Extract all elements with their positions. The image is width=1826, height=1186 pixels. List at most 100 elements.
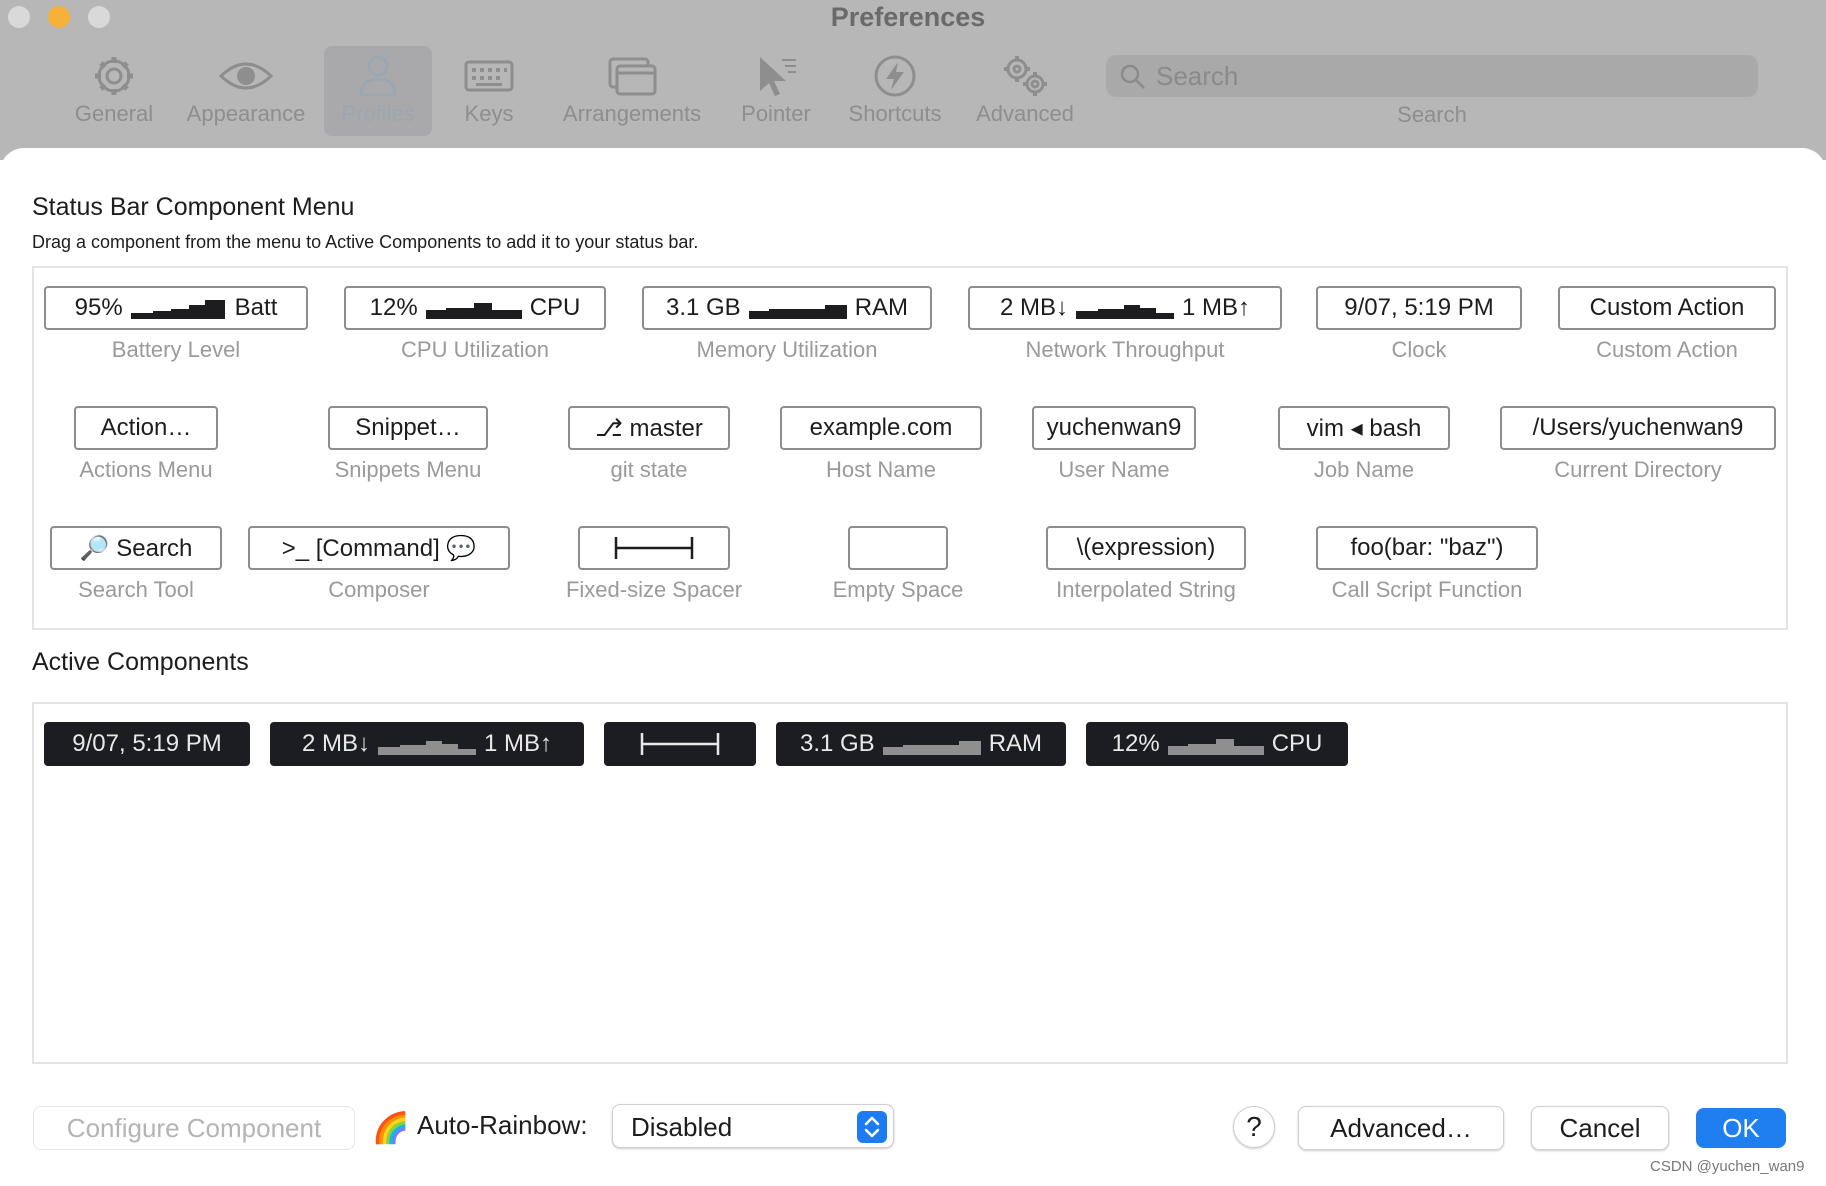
cpu-sparkline-icon [425, 303, 522, 319]
toolbar-appearance[interactable]: Appearance [180, 46, 312, 136]
cpu-suffix: CPU [529, 294, 581, 321]
toolbar-shortcuts-label: Shortcuts [848, 101, 942, 126]
active-cpu-value: 12% [1111, 730, 1160, 757]
window-title: Preferences [830, 2, 986, 32]
component-memory-label: Memory Utilization [696, 337, 878, 362]
toolbar-advanced-label: Advanced [976, 101, 1074, 126]
search-input[interactable] [1156, 55, 1736, 97]
component-call-script-function-label: Call Script Function [1331, 577, 1523, 602]
rainbow-icon: 🌈 [372, 1111, 410, 1145]
network-sparkline-icon [1076, 305, 1174, 319]
toolbar-general-label: General [74, 101, 154, 126]
component-user-name[interactable]: yuchenwan9 [1032, 406, 1196, 450]
active-cpu-sparkline-icon [1167, 739, 1264, 755]
battery-value: 95% [74, 294, 123, 321]
component-empty-space-label: Empty Space [832, 577, 964, 602]
toolbar-profiles[interactable]: Profiles [324, 46, 432, 136]
menu-title: Status Bar Component Menu [32, 193, 355, 221]
toolbar-pointer[interactable]: Pointer [728, 46, 824, 136]
memory-sparkline-icon [748, 305, 847, 319]
active-memory-sparkline-icon [882, 741, 981, 755]
search-label: Search [1397, 102, 1467, 127]
active-spacer-glyph-icon [640, 733, 720, 755]
gears-icon [1004, 56, 1047, 96]
component-host-name[interactable]: example.com [780, 406, 982, 450]
person-icon [359, 55, 397, 97]
component-network-label: Network Throughput [1025, 337, 1225, 362]
active-network-sparkline-icon [378, 741, 476, 755]
component-git-state-label: git state [610, 457, 688, 482]
active-components-title: Active Components [32, 648, 249, 676]
component-custom-action-label: Custom Action [1596, 337, 1738, 362]
component-cpu[interactable]: 12% CPU [344, 286, 606, 330]
ok-button[interactable]: OK [1696, 1108, 1786, 1148]
component-composer-label: Composer [328, 577, 430, 602]
component-search-tool[interactable]: 🔎 Search [50, 526, 222, 570]
auto-rainbow-select[interactable]: Disabled [612, 1104, 894, 1148]
pointer-icon [760, 57, 796, 96]
gear-icon [95, 57, 133, 95]
memory-suffix: RAM [854, 294, 909, 321]
component-interpolated-string-label: Interpolated String [1056, 577, 1236, 602]
component-composer[interactable]: >_ [Command] 💬 [248, 526, 510, 570]
cancel-button[interactable]: Cancel [1531, 1106, 1669, 1150]
component-memory[interactable]: 3.1 GB RAM [642, 286, 932, 330]
toolbar-appearance-label: Appearance [186, 101, 306, 126]
component-host-name-label: Host Name [825, 457, 937, 482]
component-battery-label: Battery Level [111, 337, 241, 362]
spacer-glyph-icon [614, 537, 694, 559]
active-network-up: 1 MB↑ [484, 730, 553, 757]
active-fixed-spacer[interactable] [604, 722, 756, 766]
component-custom-action[interactable]: Custom Action [1558, 286, 1776, 330]
component-job-name[interactable]: vim ◂ bash [1278, 406, 1450, 450]
toolbar-arrangements-label: Arrangements [562, 101, 702, 126]
component-interpolated-string[interactable]: \(expression) [1046, 526, 1246, 570]
network-down-value: 2 MB↓ [999, 294, 1068, 321]
toolbar-search-field[interactable] [1106, 55, 1758, 97]
windows-icon [608, 57, 657, 96]
component-current-directory[interactable]: /Users/yuchenwan9 [1500, 406, 1776, 450]
configure-component-button[interactable]: Configure Component [33, 1106, 355, 1150]
memory-value: 3.1 GB [665, 294, 741, 321]
active-network[interactable]: 2 MB↓ 1 MB↑ [270, 722, 584, 766]
component-actions-menu-label: Actions Menu [79, 457, 213, 482]
eye-icon [218, 62, 274, 90]
component-clock-label: Clock [1391, 337, 1447, 362]
network-up-value: 1 MB↑ [1182, 294, 1251, 321]
component-snippets-menu-label: Snippets Menu [334, 457, 482, 482]
auto-rainbow-label: Auto-Rainbow: [417, 1110, 588, 1140]
component-actions-menu[interactable]: Action… [74, 406, 218, 450]
component-network[interactable]: 2 MB↓ 1 MB↑ [968, 286, 1282, 330]
active-memory[interactable]: 3.1 GB RAM [776, 722, 1066, 766]
toolbar-pointer-label: Pointer [741, 101, 811, 126]
help-button[interactable]: ? [1233, 1106, 1275, 1148]
component-call-script-function[interactable]: foo(bar: "baz") [1316, 526, 1538, 570]
toolbar-advanced[interactable]: Advanced [966, 46, 1084, 136]
component-battery[interactable]: 95% Batt [44, 286, 308, 330]
component-search-tool-label: Search Tool [78, 577, 194, 602]
advanced-button[interactable]: Advanced… [1298, 1106, 1504, 1150]
component-git-state[interactable]: ⎇ master [568, 406, 730, 450]
component-empty-space[interactable] [848, 526, 948, 570]
component-cpu-label: CPU Utilization [401, 337, 549, 362]
component-snippets-menu[interactable]: Snippet… [328, 406, 488, 450]
keyboard-icon [464, 60, 514, 92]
toolbar-shortcuts[interactable]: Shortcuts [842, 46, 948, 136]
active-cpu-suffix: CPU [1271, 730, 1323, 757]
component-fixed-spacer-label: Fixed-size Spacer [565, 577, 743, 602]
toolbar-keys[interactable]: Keys [444, 46, 534, 136]
component-clock[interactable]: 9/07, 5:19 PM [1316, 286, 1522, 330]
active-network-down: 2 MB↓ [301, 730, 370, 757]
toolbar-general[interactable]: General [66, 46, 162, 136]
component-job-name-label: Job Name [1313, 457, 1415, 482]
search-icon [1120, 64, 1145, 89]
active-clock[interactable]: 9/07, 5:19 PM [44, 722, 250, 766]
select-stepper [857, 1111, 887, 1143]
toolbar-arrangements[interactable]: Arrangements [554, 46, 710, 136]
component-fixed-spacer[interactable] [578, 526, 730, 570]
watermark: CSDN @yuchen_wan9 [1650, 1158, 1805, 1175]
menu-subtitle: Drag a component from the menu to Active… [32, 232, 699, 252]
active-memory-value: 3.1 GB [799, 730, 875, 757]
bolt-icon [874, 55, 916, 97]
active-cpu[interactable]: 12% CPU [1086, 722, 1348, 766]
